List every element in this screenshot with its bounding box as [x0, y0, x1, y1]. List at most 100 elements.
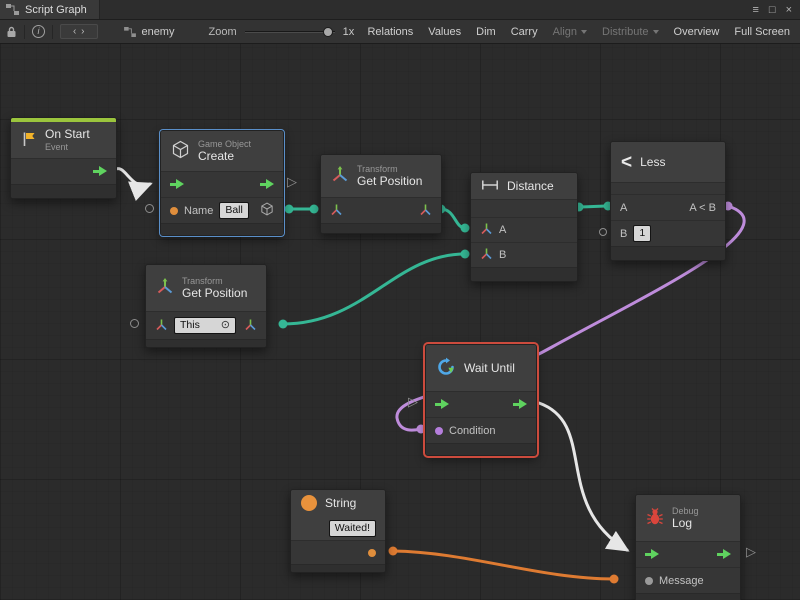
values-button[interactable]: Values: [428, 26, 461, 38]
unconnected-control-input-triangle[interactable]: ▷: [408, 395, 418, 409]
wire-getposition2-to-distance-b[interactable]: [283, 254, 465, 324]
lock-icon[interactable]: [6, 26, 17, 38]
relations-button[interactable]: Relations: [367, 26, 413, 38]
node-get-position-1[interactable]: Transform Get Position: [320, 154, 442, 234]
node-get-position-2[interactable]: Transform Get Position This ⊙: [145, 264, 267, 348]
node-footer: [471, 267, 577, 281]
control-output-port[interactable]: [513, 399, 527, 410]
unconnected-name-input-port[interactable]: [145, 204, 154, 213]
overview-button[interactable]: Overview: [674, 26, 720, 38]
node-title: Distance: [507, 180, 554, 193]
condition-input-port[interactable]: [435, 427, 443, 435]
control-output-port[interactable]: [260, 179, 274, 190]
port-a-label: A: [499, 224, 506, 236]
node-title: Wait Until: [464, 362, 515, 375]
vector-a-input-port[interactable]: [480, 222, 493, 238]
node-footer: [321, 223, 441, 233]
tab-title: Script Graph: [25, 4, 87, 16]
node-title: Get Position: [182, 287, 247, 300]
align-label: Align: [553, 26, 577, 38]
unconnected-b-input-port[interactable]: [599, 228, 607, 236]
control-input-port[interactable]: [645, 549, 659, 560]
node-less[interactable]: < Less A A < B B 1: [610, 141, 726, 261]
port-a-label: A: [620, 202, 627, 214]
control-input-port[interactable]: [435, 399, 449, 410]
node-header: String: [291, 490, 385, 516]
window-titlebar: Script Graph ≡ □ ×: [0, 0, 800, 20]
carry-button[interactable]: Carry: [511, 26, 538, 38]
message-input-port[interactable]: [645, 577, 653, 585]
node-header: Transform Get Position: [321, 155, 441, 197]
unconnected-control-output-triangle[interactable]: ▷: [746, 545, 756, 559]
node-create-game-object[interactable]: Game Object Create Name Ball: [160, 130, 284, 236]
zoom-slider-handle[interactable]: [323, 27, 333, 37]
less-than-icon: <: [621, 153, 632, 172]
node-string[interactable]: String Waited!: [290, 489, 386, 573]
node-footer: [11, 184, 116, 198]
unconnected-target-input-port[interactable]: [130, 319, 139, 328]
window-menu-icon[interactable]: ≡: [752, 4, 758, 16]
wire-string-to-debuglog-message[interactable]: [393, 551, 614, 579]
wire-getposition1-to-distance-a[interactable]: [441, 209, 465, 228]
graph-canvas[interactable]: On Start Event Game Object Create Name: [0, 44, 800, 600]
distribute-dropdown-button[interactable]: Distribute: [602, 26, 658, 38]
node-on-start[interactable]: On Start Event: [10, 117, 117, 199]
node-title: On Start: [45, 128, 90, 141]
node-header: < Less: [611, 142, 725, 182]
unconnected-control-output-triangle[interactable]: ▷: [287, 175, 297, 189]
vector-b-input-port[interactable]: [480, 247, 493, 263]
name-port-label: Name: [184, 205, 213, 217]
wire-waituntil-to-debuglog[interactable]: [539, 403, 627, 550]
name-input-port[interactable]: [170, 207, 178, 215]
control-input-port[interactable]: [170, 179, 184, 190]
game-object-type-icon: [260, 202, 274, 219]
node-title: Log: [672, 517, 699, 530]
zoom-label: Zoom: [208, 26, 236, 38]
message-label: Message: [659, 575, 704, 587]
node-category: Game Object: [198, 139, 251, 149]
graph-toolbar: i ‹ › enemy Zoom 1x Relations Values Dim…: [0, 20, 800, 44]
node-distance[interactable]: Distance A B: [470, 172, 578, 282]
overview-label: Overview: [674, 26, 720, 38]
transform-input-port[interactable]: [155, 318, 168, 334]
graph-owner[interactable]: enemy: [124, 26, 174, 38]
tab-script-graph[interactable]: Script Graph: [0, 0, 100, 19]
string-value-input[interactable]: Waited!: [329, 520, 376, 537]
wire-distance-to-less-a[interactable]: [579, 206, 608, 207]
carry-label: Carry: [511, 26, 538, 38]
string-output-port[interactable]: [368, 549, 376, 557]
values-label: Values: [428, 26, 461, 38]
name-value-input[interactable]: Ball: [219, 202, 249, 219]
code-view-button[interactable]: ‹ ›: [60, 24, 98, 39]
wire-onstart-to-create[interactable]: [114, 169, 150, 186]
zoom-slider-track[interactable]: [245, 31, 335, 33]
wait-clock-icon: [436, 357, 456, 380]
dim-label: Dim: [476, 26, 496, 38]
full-screen-button[interactable]: Full Screen: [734, 26, 790, 38]
transform-icon: [156, 278, 174, 299]
node-debug-log[interactable]: Debug Log Message: [635, 494, 741, 600]
bug-icon: [646, 508, 664, 529]
node-footer: [291, 564, 385, 572]
position-output-port[interactable]: [419, 203, 432, 219]
node-title: String: [325, 497, 356, 510]
port-b-label: B: [620, 228, 627, 240]
relations-label: Relations: [367, 26, 413, 38]
control-output-port[interactable]: [717, 549, 731, 560]
align-dropdown-button[interactable]: Align: [553, 26, 587, 38]
window-close-icon[interactable]: ×: [786, 4, 792, 16]
transform-input-port[interactable]: [330, 203, 343, 219]
target-object-selector[interactable]: This ⊙: [174, 317, 236, 334]
info-icon[interactable]: i: [32, 25, 45, 38]
control-output-port[interactable]: [93, 166, 107, 177]
chevron-down-icon: [653, 30, 659, 34]
node-wait-until[interactable]: Wait Until Condition: [425, 344, 537, 456]
window-maximize-icon[interactable]: □: [769, 4, 776, 16]
window-controls: ≡ □ ×: [752, 0, 800, 19]
zoom-slider[interactable]: [245, 26, 335, 38]
b-value-input[interactable]: 1: [633, 225, 651, 242]
position-output-port[interactable]: [244, 318, 257, 334]
node-header: Wait Until: [426, 345, 536, 391]
dim-button[interactable]: Dim: [476, 26, 496, 38]
node-category: Transform: [357, 164, 422, 174]
